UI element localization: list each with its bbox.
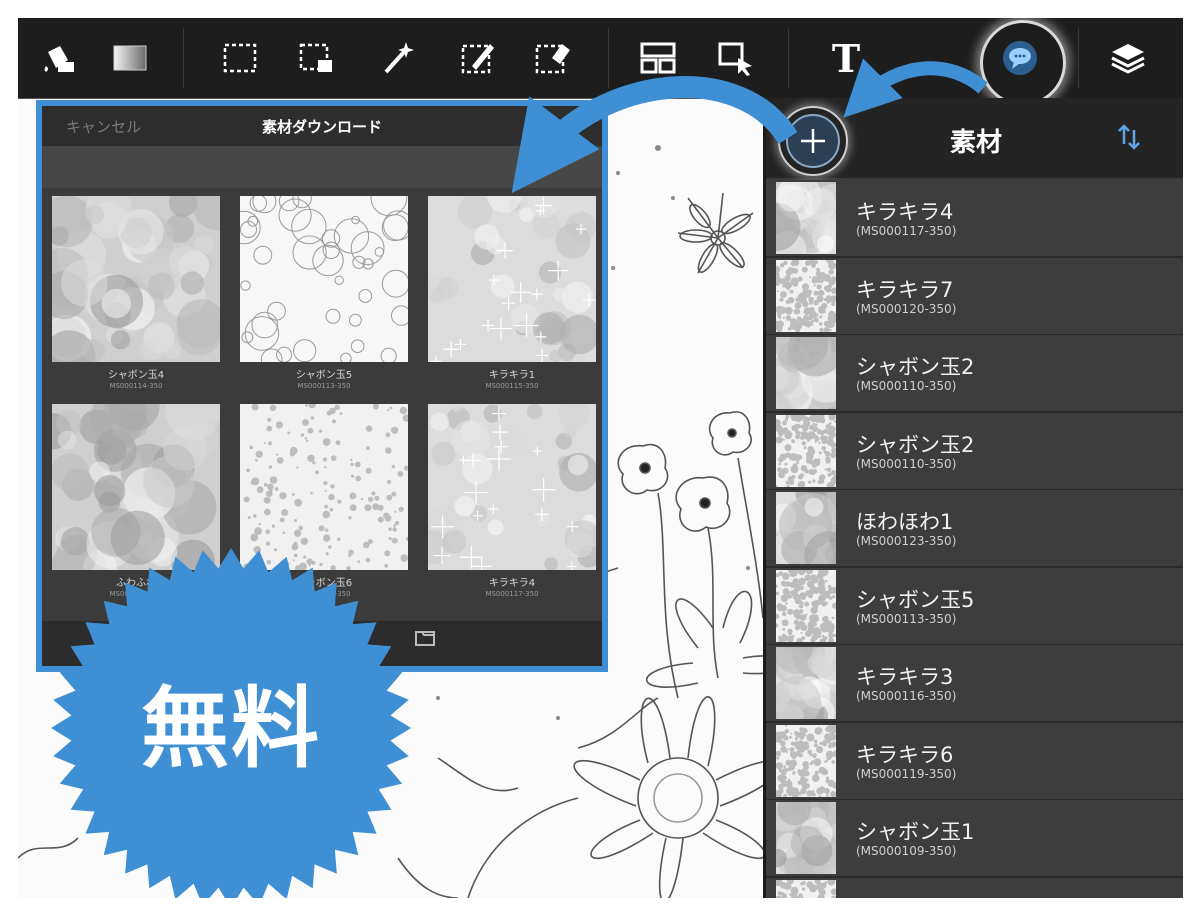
eraser-select-icon[interactable]	[524, 30, 580, 86]
paint-bucket-icon[interactable]	[30, 30, 86, 86]
material-list-item[interactable]: シャボン玉2 (MS000110-350)	[766, 335, 1183, 413]
material-list-name: キラキラ6	[856, 742, 954, 767]
material-list-name: ハート	[856, 894, 919, 899]
material-list-thumbnail	[776, 647, 836, 719]
material-list-code: (MS000123-350)	[856, 534, 957, 548]
material-thumbnail-code: MS000117-350	[485, 590, 539, 598]
dialog-header: キャンセル 素材ダウンロード	[42, 106, 602, 146]
material-thumbnail[interactable]	[52, 196, 220, 362]
speech-bubble-icon[interactable]	[992, 30, 1048, 86]
dialog-subheader	[42, 146, 602, 188]
free-badge-text: 無料	[140, 677, 321, 780]
material-thumbnail-label: シャボン玉5	[295, 370, 353, 381]
text-icon[interactable]: T	[818, 30, 874, 86]
material-list-item[interactable]: シャボン玉5 (MS000113-350)	[766, 567, 1183, 646]
lasso-select-icon[interactable]	[288, 30, 344, 86]
material-list-item[interactable]: ハート	[766, 877, 1183, 899]
material-list-item[interactable]: キラキラ3 (MS000116-350)	[766, 645, 1183, 723]
material-list-thumbnail	[776, 569, 836, 642]
rect-select-icon[interactable]	[212, 30, 268, 86]
text-tool-glyph: T	[831, 35, 861, 81]
magic-wand-icon[interactable]	[370, 30, 426, 86]
material-list-name: シャボン玉2	[856, 355, 975, 379]
app-frame: T キャンセル 素材ダウンロード シャボン玉4 MS000114-350 シャボン玉…	[18, 18, 1183, 898]
material-list-thumbnail	[776, 337, 836, 409]
material-list-thumbnail	[776, 879, 836, 898]
sort-icon[interactable]	[1116, 122, 1142, 152]
material-thumbnail-code: MS000114-350	[109, 382, 163, 390]
gradient-icon[interactable]	[102, 30, 158, 86]
material-list-item[interactable]: キラキラ4 (MS000117-350)	[766, 180, 1183, 258]
material-thumbnail[interactable]	[240, 196, 408, 362]
material-thumbnail[interactable]	[428, 196, 596, 362]
dialog-title: 素材ダウンロード	[261, 118, 382, 136]
move-select-icon[interactable]	[708, 30, 764, 86]
layers-icon[interactable]	[1100, 30, 1156, 86]
material-thumbnail-code: MS000113-350	[297, 382, 351, 390]
material-list-code: (MS000113-350)	[856, 611, 957, 626]
material-list-code: (MS000109-350)	[856, 844, 957, 858]
material-list-item[interactable]: シャボン玉1 (MS000109-350)	[766, 800, 1183, 878]
material-list-thumbnail	[776, 492, 836, 564]
material-list-item[interactable]: ほわほわ1 (MS000123-350)	[766, 490, 1183, 568]
material-list-code: (MS000120-350)	[856, 301, 957, 316]
pen-select-icon[interactable]	[450, 30, 506, 86]
material-list-thumbnail	[776, 414, 836, 487]
material-list-name: シャボン玉2	[856, 432, 975, 457]
material-list-name: ほわほわ1	[856, 510, 954, 534]
material-list-code: (MS000110-350)	[856, 379, 957, 393]
materials-panel: 素材 キラキラ4 (MS000117-350) キラキラ7 (MS000120-350…	[763, 98, 1183, 898]
material-thumbnail-label: キラキラ1	[488, 370, 536, 381]
material-thumbnail-code: MS000115-350	[485, 382, 539, 390]
material-list-name: キラキラ7	[856, 277, 954, 302]
material-list-thumbnail	[776, 724, 836, 797]
material-list-code: (MS000117-350)	[856, 224, 957, 238]
material-list-thumbnail	[776, 259, 836, 332]
material-list-item[interactable]: キラキラ7 (MS000120-350)	[766, 257, 1183, 336]
folder-icon[interactable]	[414, 629, 436, 647]
material-list-code: (MS000110-350)	[856, 456, 957, 471]
material-thumbnail[interactable]	[428, 404, 596, 570]
material-list-name: シャボン玉5	[856, 587, 975, 612]
material-list-code: (MS000116-350)	[856, 689, 957, 703]
material-list-thumbnail	[776, 182, 836, 254]
material-list-item[interactable]: キラキラ6 (MS000119-350)	[766, 722, 1183, 801]
material-list-code: (MS000119-350)	[856, 766, 957, 781]
material-list-name: シャボン玉1	[856, 820, 975, 844]
material-list-thumbnail	[776, 802, 836, 874]
material-list-name: キラキラ3	[856, 665, 954, 689]
material-list-item[interactable]: シャボン玉2 (MS000110-350)	[766, 412, 1183, 491]
material-thumbnail-label: キラキラ4	[488, 578, 536, 589]
material-thumbnail-label: シャボン玉4	[107, 370, 165, 381]
panel-header: 素材	[766, 98, 1183, 178]
material-list-name: キラキラ4	[856, 200, 954, 224]
layout-icon[interactable]	[630, 30, 686, 86]
top-toolbar: T	[18, 18, 1183, 106]
